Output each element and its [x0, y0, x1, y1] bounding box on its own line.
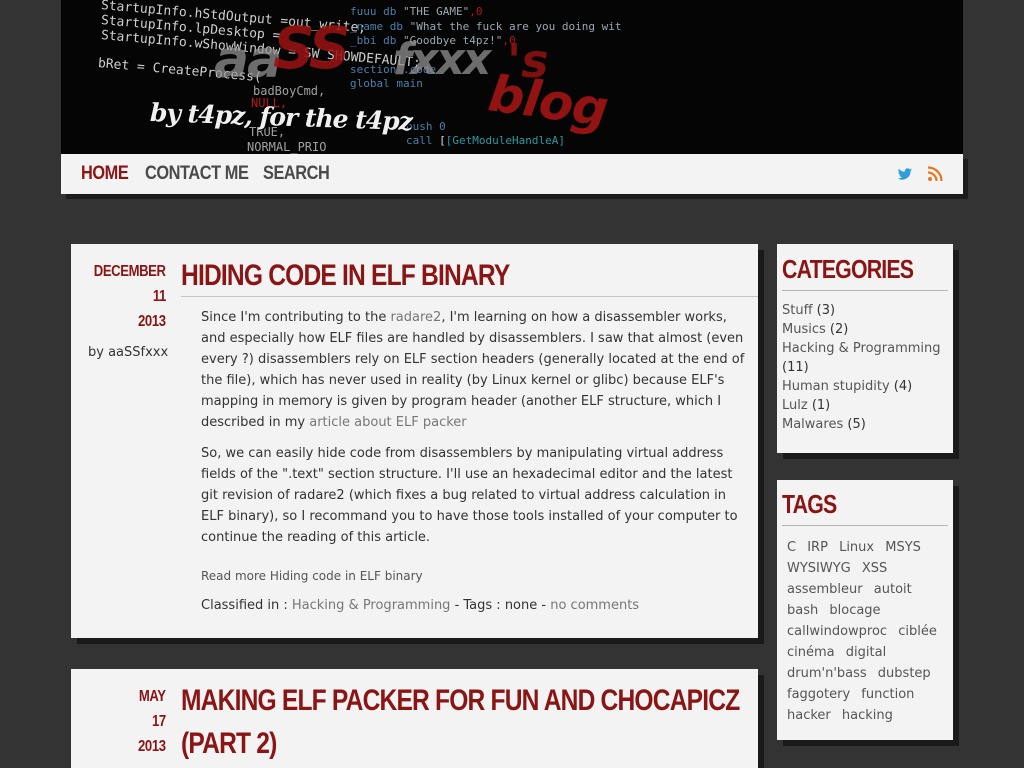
category-link[interactable]: Human stupidity — [782, 379, 890, 394]
tag-link[interactable]: hacking — [842, 708, 893, 723]
widget-divider — [782, 525, 948, 526]
categories-heading: Categories — [782, 254, 914, 284]
tag-link[interactable]: assembleur — [787, 582, 863, 597]
post-title-link[interactable]: Hiding code in ELF binary — [181, 255, 510, 297]
tag-link[interactable]: Linux — [839, 540, 874, 555]
post-date-day: 11 — [152, 288, 166, 305]
category-item: Lulz (1) — [782, 398, 831, 413]
rss-feed-icon[interactable] — [927, 166, 943, 182]
site-logo-aa: aa — [214, 30, 282, 90]
post-meta: Classified in : Hacking & Programming - … — [201, 598, 640, 613]
tag-link[interactable]: C — [787, 540, 796, 555]
banner-code-line: fuuu db "THE GAME",0 — [350, 5, 483, 18]
radare2-link[interactable]: radare2 — [390, 310, 441, 325]
category-item: Musics (2) — [782, 322, 849, 337]
tag-link[interactable]: dubstep — [878, 666, 931, 681]
category-item: Malwares (5) — [782, 417, 866, 432]
twitter-bird-icon[interactable] — [897, 166, 913, 182]
elf-packer-article-link[interactable]: article about ELF packer — [309, 415, 466, 430]
tag-link[interactable]: MSYS — [885, 540, 921, 555]
post-title-link[interactable]: Making ELF packer for fun and chocapicz — [181, 680, 740, 722]
comments-link[interactable]: no comments — [550, 598, 639, 613]
read-more-link[interactable]: Read more Hiding code in ELF binary — [201, 569, 423, 583]
main-navigation: Home Contact me Search — [61, 154, 963, 194]
site-logo-blog: blog — [484, 64, 611, 139]
nav-home-link[interactable]: Home — [81, 164, 129, 184]
tag-link[interactable]: bash — [787, 603, 818, 618]
tag-link[interactable]: IRP — [807, 540, 828, 555]
post-date-day: 17 — [152, 713, 166, 730]
nav-search-link[interactable]: Search — [263, 164, 330, 184]
category-item: Human stupidity (4) — [782, 379, 913, 394]
banner-code-line: NORMAL_PRIO — [247, 140, 327, 154]
title-divider — [181, 296, 758, 297]
tags-heading: Tags — [782, 489, 837, 519]
site-tagline: by t4pz, for the t4pz — [149, 98, 413, 137]
tag-link[interactable]: digital — [846, 645, 886, 660]
tag-link[interactable]: hacker — [787, 708, 831, 723]
category-link[interactable]: Lulz — [782, 398, 808, 413]
categories-widget: Categories Stuff (3) Musics (2) Hacking … — [777, 244, 953, 453]
tag-link[interactable]: cinéma — [787, 645, 835, 660]
blog-post: December 11 2013 by aaSSfxxx Hiding code… — [71, 244, 758, 638]
widget-divider — [782, 290, 948, 291]
site-logo-fxxx: fxxx — [393, 34, 491, 85]
nav-contact-link[interactable]: Contact me — [145, 164, 249, 184]
tag-link[interactable]: ciblée — [898, 624, 937, 639]
post-excerpt-paragraph: Since I'm contributing to the radare2, I… — [201, 310, 745, 430]
post-date-month: December — [94, 263, 166, 280]
tag-link[interactable]: WYSIWYG — [787, 561, 851, 576]
tag-link[interactable]: blocage — [829, 603, 880, 618]
tags-widget: Tags C IRP Linux MSYS WYSIWYG XSS assemb… — [777, 480, 953, 740]
category-list: Stuff (3) Musics (2) Hacking & Programmi… — [782, 301, 948, 434]
tag-link[interactable]: faggotery — [787, 687, 850, 702]
header-banner: StartupInfo.hStdOutput =out_write; Start… — [61, 0, 963, 154]
category-link[interactable]: Stuff — [782, 303, 813, 318]
tag-link[interactable]: drum'n'bass — [787, 666, 867, 681]
post-author: by aaSSfxxx — [88, 345, 169, 360]
post-date-year: 2013 — [138, 313, 166, 330]
tag-link[interactable]: function — [861, 687, 914, 702]
post-date-year: 2013 — [138, 738, 166, 755]
category-link[interactable]: Malwares — [782, 417, 843, 432]
category-link[interactable]: Hacking & Programming — [292, 598, 451, 613]
tag-link[interactable]: autoit — [874, 582, 912, 597]
tag-cloud: C IRP Linux MSYS WYSIWYG XSS assembleur … — [787, 537, 947, 726]
site-logo-ss: SS — [273, 14, 351, 82]
tag-link[interactable]: callwindowproc — [787, 624, 887, 639]
category-item: Stuff (3) — [782, 303, 836, 318]
category-item: Hacking & Programming (11) — [782, 341, 941, 375]
post-title-link[interactable]: (part 2) — [181, 723, 277, 765]
category-link[interactable]: Hacking & Programming — [782, 341, 941, 356]
tag-link[interactable]: XSS — [862, 561, 887, 576]
banner-code-line: call [[GetModuleHandleA] — [406, 134, 565, 147]
category-link[interactable]: Musics — [782, 322, 826, 337]
post-date-month: May — [139, 688, 166, 705]
post-excerpt-paragraph: So, we can easily hide code from disasse… — [201, 446, 738, 545]
blog-post: May 17 2013 Making ELF packer for fun an… — [71, 669, 758, 768]
banner-code-line: _name db "What the fuck are you doing wi… — [350, 20, 622, 33]
banner-code-line: push 0 — [406, 120, 446, 133]
